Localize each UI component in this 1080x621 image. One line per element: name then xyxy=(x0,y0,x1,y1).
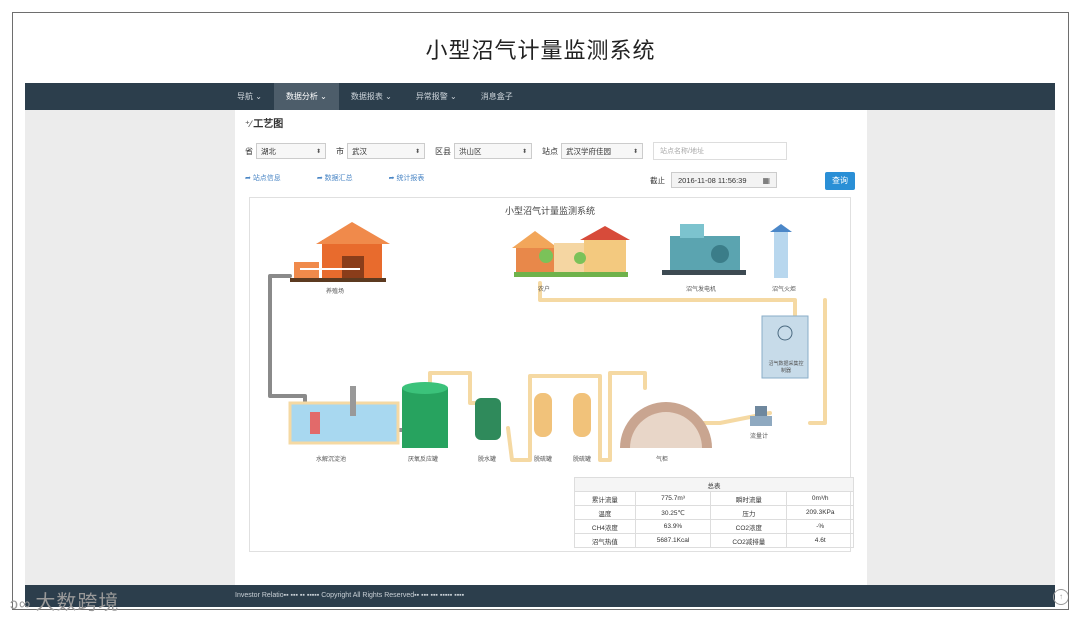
site-select[interactable]: 武汉学府佳园 ⬍ xyxy=(561,143,643,159)
table-row: CH4浓度 63.9% CO2浓度 -% xyxy=(574,519,854,534)
province-select[interactable]: 湖北 ⬍ xyxy=(256,143,326,159)
slide-frame: 小型沼气计量监测系统 导航 ⌄ 数据分析 ⌄ 数据报表 ⌄ 异常报警 ⌄ 消息盒… xyxy=(12,12,1069,610)
label-desulf-1: 脱硫罐 xyxy=(534,457,553,463)
table-cell: CO2减排量 xyxy=(710,533,788,548)
nav-item-navigation[interactable]: 导航 ⌄ xyxy=(225,83,274,110)
households xyxy=(512,226,630,277)
table-cell: 温度 xyxy=(574,505,636,520)
province-value: 湖北 xyxy=(261,146,276,156)
footer-bar: Investor Relatio▪▪ ▪▪▪ ▪▪ ▪▪▪▪▪ Copyrigh… xyxy=(25,585,1055,607)
select-arrow-icon: ⬍ xyxy=(632,148,638,155)
label-farm: 养殖场 xyxy=(326,289,345,295)
summary-title: 总表 xyxy=(574,477,854,492)
filter-bar: 省 湖北 ⬍ 市 武汉 ⬍ 区县 洪山区 ⬍ 站点 武汉学府佳园 ⬍ 站点名称/地址 xyxy=(245,142,787,160)
gas-generator xyxy=(662,224,746,275)
table-cell: CH4浓度 xyxy=(574,519,636,534)
gas-pipe-right xyxy=(808,298,827,425)
select-arrow-icon: ⬍ xyxy=(315,148,321,155)
calendar-icon[interactable]: ▦ xyxy=(762,173,770,189)
table-cell: CO2浓度 xyxy=(710,519,788,534)
deadline-group: 截止 2016-11-08 11:56:39 ▦ xyxy=(650,172,777,188)
table-cell: 0m³/h xyxy=(786,491,854,506)
label-generator: 沼气发电机 xyxy=(686,287,717,293)
table-row: 温度 30.25℃ 压力 209.3KPa xyxy=(574,505,854,520)
city-select[interactable]: 武汉 ⬍ xyxy=(347,143,425,159)
nav-item-data-analysis[interactable]: 数据分析 ⌄ xyxy=(273,83,339,110)
deadline-label: 截止 xyxy=(650,175,665,185)
app-screen: 导航 ⌄ 数据分析 ⌄ 数据报表 ⌄ 异常报警 ⌄ 消息盒子 ⁺⁄ 工艺图 省 湖… xyxy=(25,83,1055,607)
summary-table: 总表 累计流量 775.7m³ 瞬时流量 0m³/h 温度 30.25℃ 压力 209.3K… xyxy=(574,477,854,548)
district-label: 区县 xyxy=(435,146,451,156)
section-title: ⁺⁄ 工艺图 xyxy=(245,115,283,130)
table-cell: 5687.1Kcal xyxy=(634,533,712,548)
nav-item-data-report[interactable]: 数据报表 ⌄ xyxy=(339,83,404,110)
table-cell: 压力 xyxy=(710,505,788,520)
site-label: 站点 xyxy=(542,146,558,156)
process-diagram: 小型沼气计量监测系统 养殖场 农户 沼气发电机 沼气火炬 沼气数据采集控制器 流… xyxy=(249,197,854,552)
table-cell: 63.9% xyxy=(634,519,712,534)
select-arrow-icon: ⬍ xyxy=(414,148,420,155)
label-desulf-2: 脱硫罐 xyxy=(573,457,592,463)
district-value: 洪山区 xyxy=(459,146,482,156)
site-search-input[interactable]: 站点名称/地址 xyxy=(653,142,787,160)
section-title-text: 工艺图 xyxy=(253,119,284,130)
table-cell: 累计流量 xyxy=(574,491,636,506)
select-arrow-icon: ⬍ xyxy=(521,148,527,155)
footer-text: Investor Relatio▪▪ ▪▪▪ ▪▪ ▪▪▪▪▪ Copyrigh… xyxy=(235,592,465,599)
link-data-summary[interactable]: ➦ 数据汇总 xyxy=(317,173,371,183)
nav-item-message-box[interactable]: 消息盒子 xyxy=(469,83,525,110)
sparkle-icon: ⁺⁄ xyxy=(245,119,252,129)
gas-holder xyxy=(620,402,712,448)
watermark: ↄ∞ 大数跨境 xyxy=(10,586,119,615)
site-value: 武汉学府佳园 xyxy=(566,146,611,156)
label-gas-holder: 气柜 xyxy=(656,457,669,463)
quick-links: ➦ 站点信息 ➦ 数据汇总 ➦ 统计报表 xyxy=(245,173,460,183)
gas-torch xyxy=(770,224,792,278)
process-panel: ⁺⁄ 工艺图 省 湖北 ⬍ 市 武汉 ⬍ 区县 洪山区 ⬍ 站点 武汉学府佳园 ⬍ 站点名… xyxy=(235,110,867,585)
table-cell: 瞬时流量 xyxy=(710,491,788,506)
label-sediment-tank: 水解沉淀池 xyxy=(316,457,347,463)
gas-pipe-top xyxy=(538,281,797,325)
label-controller: 沼气数据采集控制器 xyxy=(768,361,804,374)
table-cell: 沼气热值 xyxy=(574,533,636,548)
table-row: 沼气热值 5687.1Kcal CO2减排量 4.6t xyxy=(574,533,854,548)
table-cell: 775.7m³ xyxy=(634,491,712,506)
farm-barn xyxy=(290,222,390,282)
flowmeter xyxy=(750,406,772,426)
top-navbar: 导航 ⌄ 数据分析 ⌄ 数据报表 ⌄ 异常报警 ⌄ 消息盒子 xyxy=(25,83,1055,110)
deadline-date-input[interactable]: 2016-11-08 11:56:39 ▦ xyxy=(671,172,777,188)
nav-item-alarm[interactable]: 异常报警 ⌄ xyxy=(404,83,469,110)
label-flowmeter: 流量计 xyxy=(750,434,769,440)
anaerobic-reactor xyxy=(402,382,448,448)
table-cell: 30.25℃ xyxy=(634,505,712,520)
dewater-tank xyxy=(475,398,501,440)
label-reactor: 厌氧反应罐 xyxy=(408,457,439,463)
province-label: 省 xyxy=(245,146,253,156)
slide-title: 小型沼气计量监测系统 xyxy=(425,38,656,63)
table-cell: 4.6t xyxy=(786,533,854,548)
desulf-tanks xyxy=(534,393,591,437)
link-stat-report[interactable]: ➦ 统计报表 xyxy=(389,173,443,183)
watermark-logo-icon: ↄ∞ xyxy=(10,596,32,613)
city-value: 武汉 xyxy=(352,146,367,156)
label-torch: 沼气火炬 xyxy=(772,287,797,293)
city-label: 市 xyxy=(336,146,344,156)
query-button[interactable]: 查询 xyxy=(825,172,855,190)
manure-pipe xyxy=(268,274,307,412)
nav-menu: 导航 ⌄ 数据分析 ⌄ 数据报表 ⌄ 异常报警 ⌄ 消息盒子 xyxy=(225,83,525,110)
table-cell: -% xyxy=(786,519,854,534)
link-site-info[interactable]: ➦ 站点信息 xyxy=(245,173,299,183)
scroll-top-icon[interactable]: ↑ xyxy=(1053,589,1068,605)
district-select[interactable]: 洪山区 ⬍ xyxy=(454,143,532,159)
table-cell: 209.3KPa xyxy=(786,505,854,520)
watermark-text: 大数跨境 xyxy=(35,592,120,614)
label-dewater: 脱水罐 xyxy=(478,457,497,463)
label-household: 农户 xyxy=(538,287,551,293)
deadline-value: 2016-11-08 11:56:39 xyxy=(678,176,747,185)
table-row: 累计流量 775.7m³ 瞬时流量 0m³/h xyxy=(574,491,854,506)
